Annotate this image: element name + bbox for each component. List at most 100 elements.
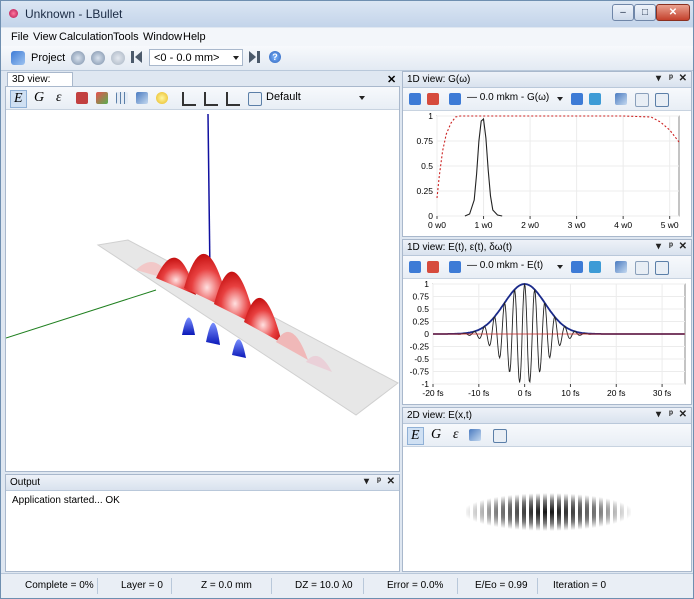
title-bar: Unknown - LBullet – □ ✕ <box>1 1 693 27</box>
pane-output: Output ▾ ᵖ ✕ Application started... OK <box>5 474 400 572</box>
pane-menu-icon[interactable]: ▾ <box>364 476 369 487</box>
lightbulb-icon[interactable] <box>156 92 168 104</box>
pane-1d-e-view: 1D view: E(t), ε(t), δω(t) ▾ ᵖ ✕ — 0.0 m… <box>402 239 692 405</box>
pane-menu-icon[interactable]: ▾ <box>656 409 661 420</box>
menu-view[interactable]: View <box>33 31 57 43</box>
status-separator <box>457 578 458 594</box>
field-g-button[interactable]: G <box>34 90 44 106</box>
field-eps-button[interactable]: ε <box>453 427 459 443</box>
series-select-value[interactable]: — 0.0 mkm - E(t) <box>467 260 543 271</box>
x-tick-label: 0 fs <box>518 388 532 398</box>
axis-z-icon[interactable] <box>226 92 240 106</box>
pin-icon[interactable]: ᵖ <box>669 241 673 252</box>
negative-lobe <box>232 339 246 358</box>
next-layer-icon[interactable] <box>249 51 256 63</box>
y-tick-label: 1 <box>428 111 433 121</box>
close-icon[interactable]: ✕ <box>679 241 687 252</box>
status-separator <box>171 578 172 594</box>
move-down-icon[interactable] <box>571 93 583 105</box>
checklist-icon[interactable] <box>655 93 669 107</box>
chevron-down-icon[interactable] <box>557 265 563 269</box>
render-icon[interactable] <box>76 92 88 104</box>
project-button[interactable]: Project <box>31 52 65 64</box>
menu-calculation[interactable]: Calculation <box>59 31 113 43</box>
field-eps-button[interactable]: ε <box>56 90 62 106</box>
pane-menu-icon[interactable]: ▾ <box>656 73 661 84</box>
remove-series-icon[interactable] <box>427 261 439 273</box>
x-tick-label: 3 w0 <box>568 220 586 230</box>
close-window-button[interactable]: ✕ <box>656 4 690 21</box>
status-layer: Layer = 0 <box>121 580 163 591</box>
pane-1d-e-header: 1D view: E(t), ε(t), δω(t) ▾ ᵖ ✕ <box>403 240 691 256</box>
preset-select-value[interactable]: Default <box>266 91 301 103</box>
export-icon[interactable] <box>589 93 601 105</box>
chevron-down-icon[interactable] <box>359 96 365 100</box>
chevron-down-icon[interactable] <box>557 97 563 101</box>
menu-help[interactable]: Help <box>183 31 206 43</box>
status-dz: DZ = 10.0 λ0 <box>295 580 353 591</box>
pane-1d-g-title: 1D view: G(ω) <box>407 74 471 85</box>
add-series-icon[interactable] <box>409 261 421 273</box>
checklist-icon[interactable] <box>493 429 507 443</box>
checklist-icon[interactable] <box>248 92 262 106</box>
maximize-button[interactable]: □ <box>634 4 656 21</box>
close-icon[interactable]: ✕ <box>387 476 395 487</box>
list-icon[interactable] <box>635 261 649 275</box>
menu-window[interactable]: Window <box>143 31 182 43</box>
axis-x-icon[interactable] <box>182 92 196 106</box>
intensity-map-2d[interactable] <box>403 447 691 572</box>
pin-icon[interactable]: ᵖ <box>669 409 673 420</box>
status-error: Error = 0.0% <box>387 580 444 591</box>
add-series-icon[interactable] <box>409 93 421 105</box>
colormap-icon[interactable] <box>96 92 108 104</box>
field-e-button[interactable]: E <box>10 90 27 108</box>
menu-tools[interactable]: Tools <box>113 31 139 43</box>
grid-icon[interactable] <box>116 92 128 104</box>
calc-stop-gear-icon[interactable] <box>111 51 125 65</box>
field-e-button[interactable]: E <box>407 427 424 445</box>
surface-3d-view[interactable] <box>6 110 399 472</box>
chart-icon[interactable] <box>615 261 627 273</box>
pane-menu-icon[interactable]: ▾ <box>656 241 661 252</box>
close-icon[interactable]: ✕ <box>679 73 687 84</box>
series-select-value[interactable]: — 0.0 mkm - G(ω) <box>467 92 549 103</box>
pane-2d-toolbar: E G ε <box>403 424 691 447</box>
close-icon[interactable]: ✕ <box>679 409 687 420</box>
chart-g-omega[interactable]: 00.250.50.7510 w0 1 w0 2 w0 3 w0 4 w0 5 w0 <box>403 110 691 237</box>
minimize-button[interactable]: – <box>612 4 634 21</box>
help-icon[interactable]: ? <box>269 51 281 63</box>
prev-layer-icon[interactable] <box>135 51 142 63</box>
pin-icon[interactable]: ᵖ <box>377 476 381 487</box>
chart-icon[interactable] <box>136 92 148 104</box>
chart-icon[interactable] <box>469 429 481 441</box>
pane-output-header: Output ▾ ᵖ ✕ <box>6 475 399 491</box>
status-separator <box>271 578 272 594</box>
y-tick-label: -0.75 <box>410 367 430 377</box>
x-tick-label: -10 fs <box>468 388 489 398</box>
x-tick-label: -20 fs <box>422 388 443 398</box>
checklist-icon[interactable] <box>655 261 669 275</box>
project-icon[interactable] <box>11 51 25 65</box>
move-down-icon[interactable] <box>571 261 583 273</box>
calc-gear-icon[interactable] <box>71 51 85 65</box>
tab-3d-view[interactable]: 3D view: E(x,t) <box>7 72 73 98</box>
field-g-button[interactable]: G <box>431 427 441 443</box>
close-3d-view-button[interactable]: ✕ <box>387 73 396 86</box>
list-icon[interactable] <box>635 93 649 107</box>
menu-file[interactable]: File <box>11 31 29 43</box>
axis-y-icon[interactable] <box>204 92 218 106</box>
chart-icon[interactable] <box>615 93 627 105</box>
status-separator <box>537 578 538 594</box>
export-icon[interactable] <box>589 261 601 273</box>
calc-step-gear-icon[interactable] <box>91 51 105 65</box>
remove-series-icon[interactable] <box>427 93 439 105</box>
chevron-down-icon <box>233 56 239 60</box>
chart-e-t[interactable]: -1-0.75-0.5-0.2500.250.50.751-20 fs -10 f… <box>403 278 691 405</box>
layer-select[interactable]: <0 - 0.0 mm> <box>149 49 243 66</box>
pin-icon[interactable]: ᵖ <box>669 73 673 84</box>
pane-output-title: Output <box>10 477 41 488</box>
y-tick-label: -0.5 <box>414 354 429 364</box>
series-icon[interactable] <box>449 93 461 105</box>
series-icon[interactable] <box>449 261 461 273</box>
first-layer-bar-icon <box>131 51 134 63</box>
